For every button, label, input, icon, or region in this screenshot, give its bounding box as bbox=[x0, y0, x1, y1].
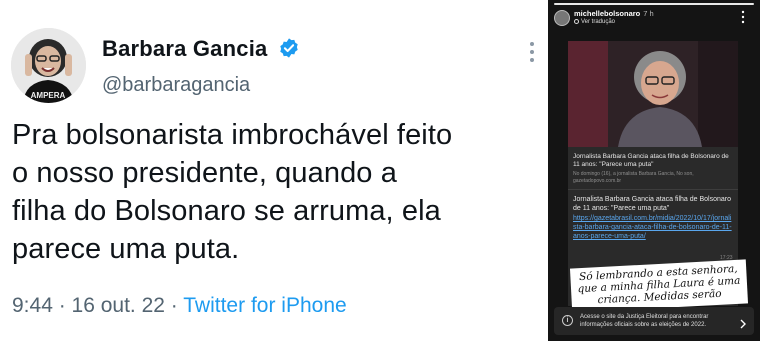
tweet-line: parece uma puta. bbox=[12, 233, 240, 265]
story-username[interactable]: michellebolsonaro bbox=[574, 9, 640, 18]
instagram-story: michellebolsonaro 7 h Ver tradução Jorna… bbox=[548, 0, 760, 341]
meta-separator: · bbox=[164, 294, 184, 317]
story-progress-bar bbox=[554, 3, 754, 5]
tweet-time[interactable]: 9:44 bbox=[12, 294, 53, 317]
banner-text: Acesse o site da Justiça Eleitoral para … bbox=[580, 314, 709, 328]
tweet-line: Pra bolsonarista imbrochável feito bbox=[12, 119, 453, 151]
tweet-author[interactable]: Barbara Gancia @barbaragancia bbox=[102, 36, 300, 97]
avatar[interactable]: AMPERA bbox=[11, 28, 86, 103]
election-info-banner[interactable]: i Acesse o site da Justiça Eleitoral par… bbox=[554, 307, 754, 335]
avatar-photo: AMPERA bbox=[11, 28, 86, 103]
meta-separator: · bbox=[52, 294, 72, 317]
avatar-shirt-text: AMPERA bbox=[31, 91, 66, 100]
card-domain: gazetadopovo.com.br bbox=[573, 178, 622, 184]
message-text: Jornalista Barbara Gancia ataca filha de… bbox=[573, 196, 731, 212]
chevron-right-icon bbox=[739, 316, 747, 329]
tweet-text: Pra bolsonarista imbrochável feito o nos… bbox=[12, 116, 544, 268]
article-photo bbox=[568, 41, 738, 147]
card-divider bbox=[568, 189, 738, 190]
more-options-icon[interactable] bbox=[527, 40, 537, 64]
tweet-date[interactable]: 16 out. 22 bbox=[72, 294, 165, 317]
display-name[interactable]: Barbara Gancia bbox=[102, 36, 267, 61]
card-title: Jornalista Barbara Gancia ataca filha de… bbox=[573, 153, 729, 168]
text-sticker: Só lembrando a esta senhora, que a minha… bbox=[569, 259, 749, 313]
globe-icon bbox=[574, 19, 579, 24]
tweet-line: filha do Bolsonaro se arruma, ela bbox=[12, 195, 441, 227]
story-avatar[interactable] bbox=[554, 10, 570, 26]
tweet-meta: 9:44 · 16 out. 22 · Twitter for iPhone bbox=[12, 294, 347, 318]
tweet-card: AMPERA Barbara Gancia @barbaragancia Pra… bbox=[0, 0, 548, 341]
story-more-icon[interactable] bbox=[740, 10, 746, 24]
sticker-text: Só lembrando a esta senhora, que a minha… bbox=[577, 262, 741, 307]
translate-link[interactable]: Ver tradução bbox=[574, 19, 615, 25]
handle[interactable]: @barbaragancia bbox=[102, 74, 300, 97]
card-subtitle: No domingo (16), a jornalista Barbara Ga… bbox=[573, 171, 694, 177]
verified-badge-icon bbox=[278, 37, 300, 65]
tweet-line: o nosso presidente, quando a bbox=[12, 157, 397, 189]
translate-label: Ver tradução bbox=[581, 19, 616, 25]
story-time: 7 h bbox=[643, 9, 654, 18]
tweet-source-link[interactable]: Twitter for iPhone bbox=[183, 294, 346, 317]
article-link[interactable]: https://gazetabrasil.com.br/midia/2022/1… bbox=[573, 214, 733, 241]
info-icon: i bbox=[562, 315, 573, 326]
